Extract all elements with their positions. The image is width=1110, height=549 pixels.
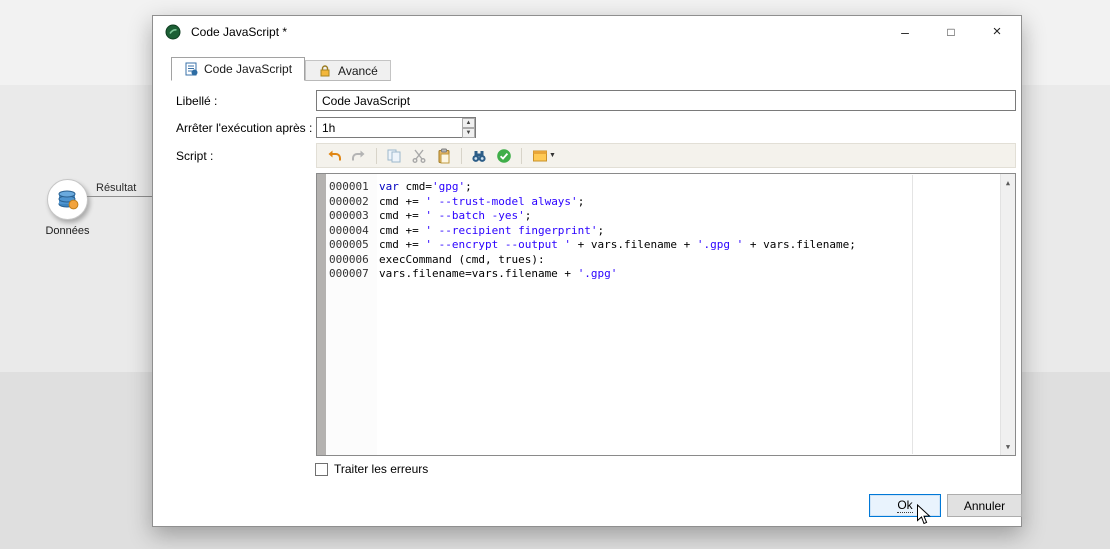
- libelle-label: Libellé :: [176, 94, 218, 108]
- tab-label: Code JavaScript: [204, 62, 293, 76]
- ok-button-label: Ok: [897, 498, 913, 513]
- editor-code[interactable]: var cmd='gpg'; cmd += ' --trust-model alw…: [379, 174, 999, 455]
- code-line: cmd += ' --trust-model always';: [379, 194, 585, 208]
- line-number: 000004: [329, 223, 369, 237]
- dialog-titlebar[interactable]: Code JavaScript * – □ ×: [153, 16, 1021, 47]
- line-number: 000006: [329, 252, 369, 266]
- line-number: 000005: [329, 238, 369, 251]
- error-checkbox-row: Traiter les erreurs: [315, 462, 428, 476]
- annuler-button[interactable]: Annuler: [947, 494, 1022, 517]
- lock-icon: [318, 64, 332, 78]
- timeout-input[interactable]: [316, 117, 476, 138]
- copy-icon: [386, 148, 402, 164]
- find-button[interactable]: [468, 145, 490, 166]
- toolbar-separator: [521, 147, 522, 164]
- script-label: Script :: [176, 149, 214, 163]
- editor-vertical-scrollbar[interactable]: ▲ ▼: [1000, 174, 1015, 455]
- minimize-button[interactable]: –: [882, 16, 928, 47]
- maximize-button[interactable]: □: [928, 16, 974, 47]
- tab-code-javascript[interactable]: Code JavaScript: [171, 57, 306, 81]
- validate-button[interactable]: [493, 145, 515, 166]
- cut-icon: [411, 148, 427, 164]
- copy-button[interactable]: [383, 145, 405, 166]
- app-icon: [165, 24, 181, 40]
- code-line: cmd += ' --encrypt --output ' + vars.fil…: [379, 238, 856, 251]
- traiter-erreurs-checkbox[interactable]: [315, 462, 328, 476]
- script-editor[interactable]: 000001 000002 000003 000004 000005 000006 0000…: [316, 173, 1016, 456]
- database-icon: [55, 187, 81, 213]
- line-number: 000003: [329, 209, 369, 222]
- connector-label: Résultat: [96, 182, 137, 194]
- line-number: 000001: [329, 180, 369, 193]
- mouse-cursor: [917, 504, 931, 525]
- script-toolbar: ▼: [316, 143, 1016, 168]
- workflow-node-donnees[interactable]: [47, 179, 88, 220]
- paste-icon: [436, 148, 452, 164]
- close-button[interactable]: ×: [974, 16, 1020, 47]
- timeout-label: Arrêter l'exécution après :: [176, 121, 313, 135]
- code-line: var cmd='gpg';: [379, 180, 472, 193]
- tab-label: Avancé: [338, 63, 378, 78]
- code-line: vars.filename=vars.filename + '.gpg': [379, 267, 618, 280]
- tabstrip: Code JavaScript Avancé: [171, 57, 391, 81]
- spin-up-button[interactable]: ▲: [462, 118, 475, 128]
- redo-button[interactable]: [348, 145, 370, 166]
- tab-avance[interactable]: Avancé: [305, 60, 391, 81]
- script-icon: [184, 62, 198, 76]
- editor-margin-strip: [317, 174, 326, 455]
- window-controls: – □ ×: [882, 16, 1020, 47]
- editor-right-margin-guide: [912, 175, 913, 454]
- annuler-button-label: Annuler: [963, 498, 1006, 513]
- dialog-code-javascript: Code JavaScript * – □ × Code JavaScript: [152, 15, 1022, 527]
- spin-down-button[interactable]: ▼: [462, 128, 475, 138]
- libelle-input[interactable]: [316, 90, 1016, 111]
- line-number: 000002: [329, 194, 369, 208]
- insert-field-icon: [532, 148, 548, 164]
- scroll-up-arrow[interactable]: ▲: [1001, 175, 1015, 190]
- scroll-down-arrow[interactable]: ▼: [1001, 439, 1015, 454]
- insert-field-button[interactable]: ▼: [528, 145, 560, 166]
- timeout-spinner: ▲ ▼: [462, 118, 475, 138]
- line-number: 000007: [329, 267, 369, 280]
- paste-button[interactable]: [433, 145, 455, 166]
- validate-icon: [496, 148, 512, 164]
- toolbar-separator: [376, 147, 377, 164]
- connector-line: [87, 196, 152, 197]
- toolbar-separator: [461, 147, 462, 164]
- code-line: cmd += ' --recipient fingerprint';: [379, 223, 605, 237]
- code-line: cmd += ' --batch -yes';: [379, 209, 532, 222]
- dialog-title: Code JavaScript *: [191, 24, 288, 39]
- undo-button[interactable]: [323, 145, 345, 166]
- find-icon: [471, 148, 487, 164]
- undo-icon: [326, 148, 342, 164]
- editor-gutter-numbers: 000001 000002 000003 000004 000005 000006 0000…: [326, 174, 377, 455]
- chevron-down-icon: ▼: [549, 152, 556, 159]
- cut-button[interactable]: [408, 145, 430, 166]
- traiter-erreurs-label: Traiter les erreurs: [334, 462, 429, 476]
- workflow-node-label: Données: [45, 225, 90, 237]
- redo-icon: [351, 148, 367, 164]
- code-line: execCommand (cmd, trues):: [379, 252, 545, 266]
